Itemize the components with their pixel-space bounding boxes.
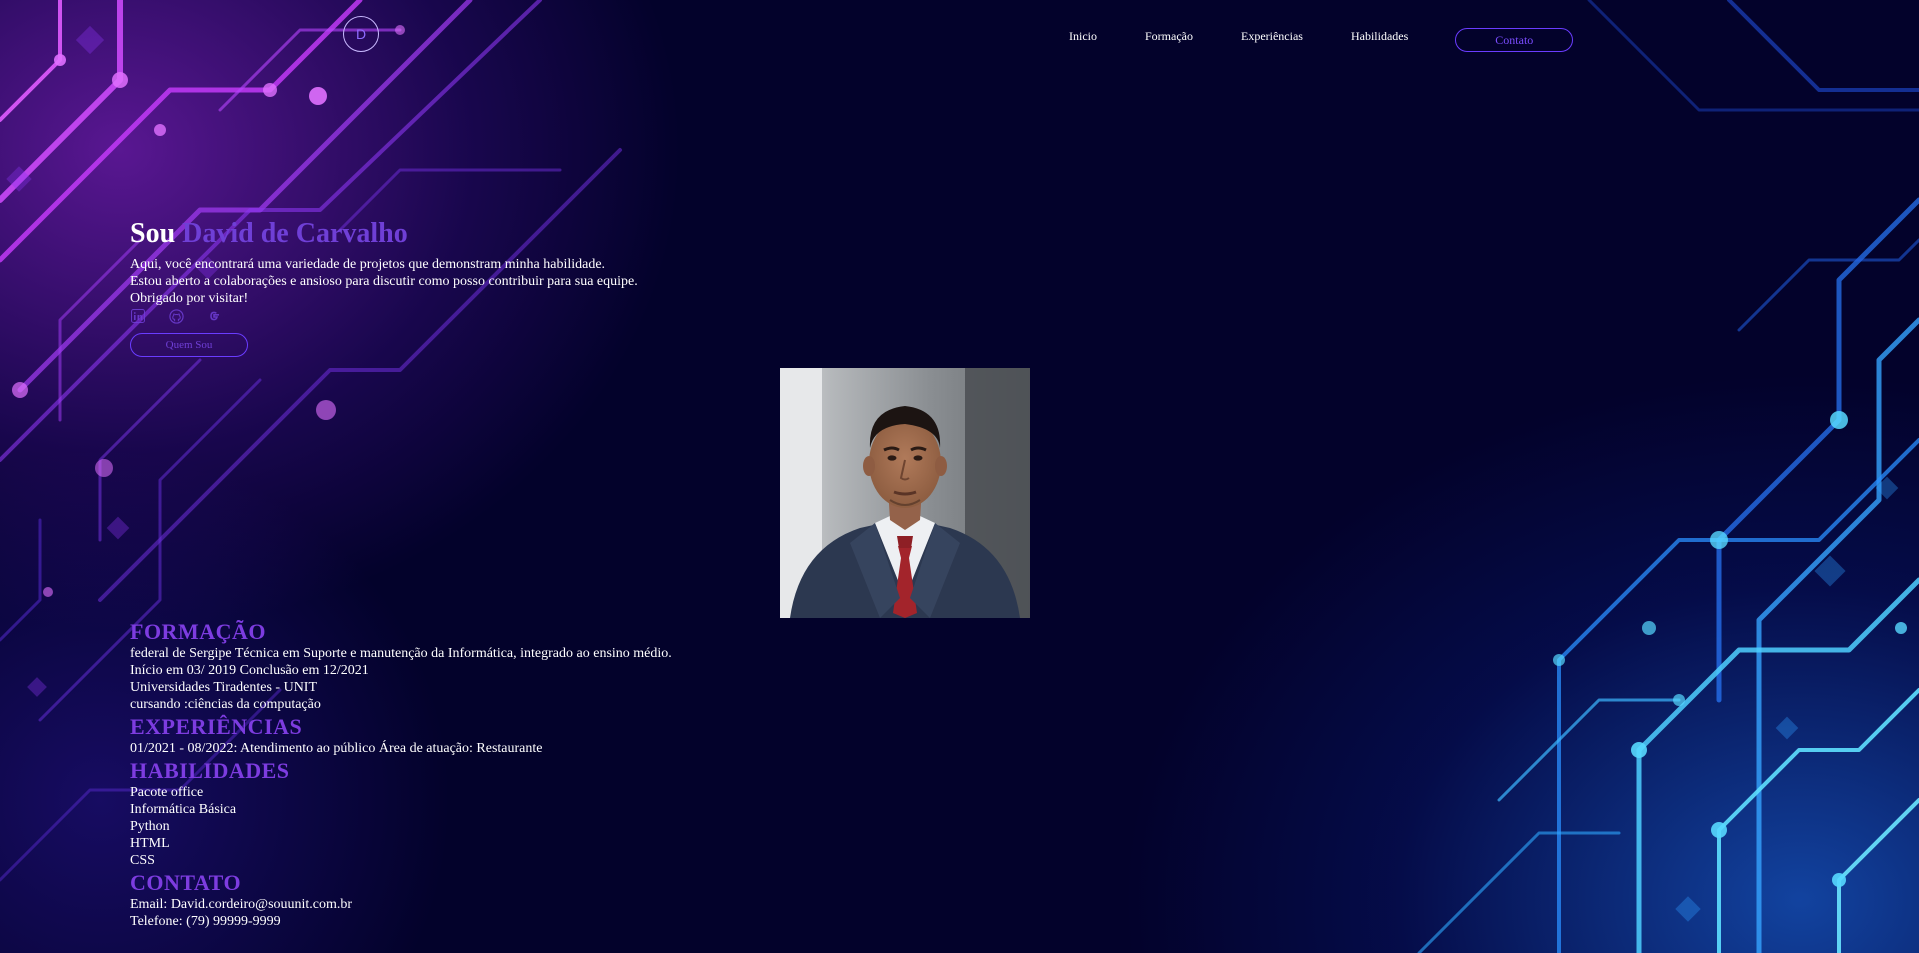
formacao-line: Universidades Tiradentes - UNIT — [130, 680, 318, 695]
nav-experiencias[interactable]: Experiências — [1241, 29, 1303, 44]
google-icon[interactable] — [206, 309, 222, 325]
nav-habilidades[interactable]: Habilidades — [1351, 29, 1408, 44]
hero-name: David de Carvalho — [182, 218, 408, 249]
habilidades-item: Pacote office — [130, 785, 204, 800]
page: D Inicio Formação Experiências Habilidad… — [0, 0, 1919, 953]
nav-formacao[interactable]: Formação — [1145, 29, 1193, 44]
hero-section: Sou David de Carvalho Aqui, você encontr… — [130, 216, 638, 357]
github-icon[interactable] — [168, 309, 184, 325]
hero-greeting: Sou — [130, 218, 176, 249]
hero-title: Sou David de Carvalho — [130, 216, 638, 252]
habilidades-item: Informática Básica — [130, 802, 237, 817]
nav-inicio[interactable]: Inicio — [1069, 29, 1097, 44]
contato-email: Email: David.cordeiro@souunit.com.br — [130, 897, 353, 912]
contato-heading: CONTATO — [130, 870, 242, 895]
circuit-background-right — [1417, 0, 1919, 953]
hero-line: Aqui, você encontrará uma variedade de p… — [130, 257, 606, 272]
social-links — [130, 307, 638, 327]
experiencias-heading: EXPERIÊNCIAS — [130, 714, 303, 739]
formacao-line: federal de Sergipe Técnica em Suporte e … — [130, 646, 672, 661]
content-sections: FORMAÇÃO federal de Sergipe Técnica em S… — [130, 618, 672, 930]
hero-line: Estou aberto a colaborações e ansioso pa… — [130, 274, 638, 289]
habilidades-item: Python — [130, 819, 170, 834]
hero-line: Obrigado por visitar! — [130, 291, 249, 306]
formacao-line: cursando :ciências da computação — [130, 697, 321, 712]
contact-button[interactable]: Contato — [1455, 28, 1574, 52]
hero-description: Aqui, você encontrará uma variedade de p… — [130, 256, 638, 307]
habilidades-heading: HABILIDADES — [130, 758, 290, 783]
formacao-line: Início em 03/ 2019 Conclusão em 12/2021 — [130, 663, 369, 678]
habilidades-item: CSS — [130, 853, 155, 868]
experiencias-line: 01/2021 - 08/2022: Atendimento ao públic… — [130, 741, 543, 756]
about-button[interactable]: Quem Sou — [130, 333, 248, 357]
profile-photo — [780, 368, 1030, 618]
habilidades-item: HTML — [130, 836, 170, 851]
main-nav: Inicio Formação Experiências Habilidades… — [1069, 24, 1574, 52]
linkedin-icon[interactable] — [130, 309, 146, 325]
contato-phone: Telefone: (79) 99999-9999 — [130, 914, 281, 929]
formacao-heading: FORMAÇÃO — [130, 619, 266, 644]
site-logo[interactable]: D — [343, 16, 379, 52]
logo-letter: D — [355, 26, 367, 42]
